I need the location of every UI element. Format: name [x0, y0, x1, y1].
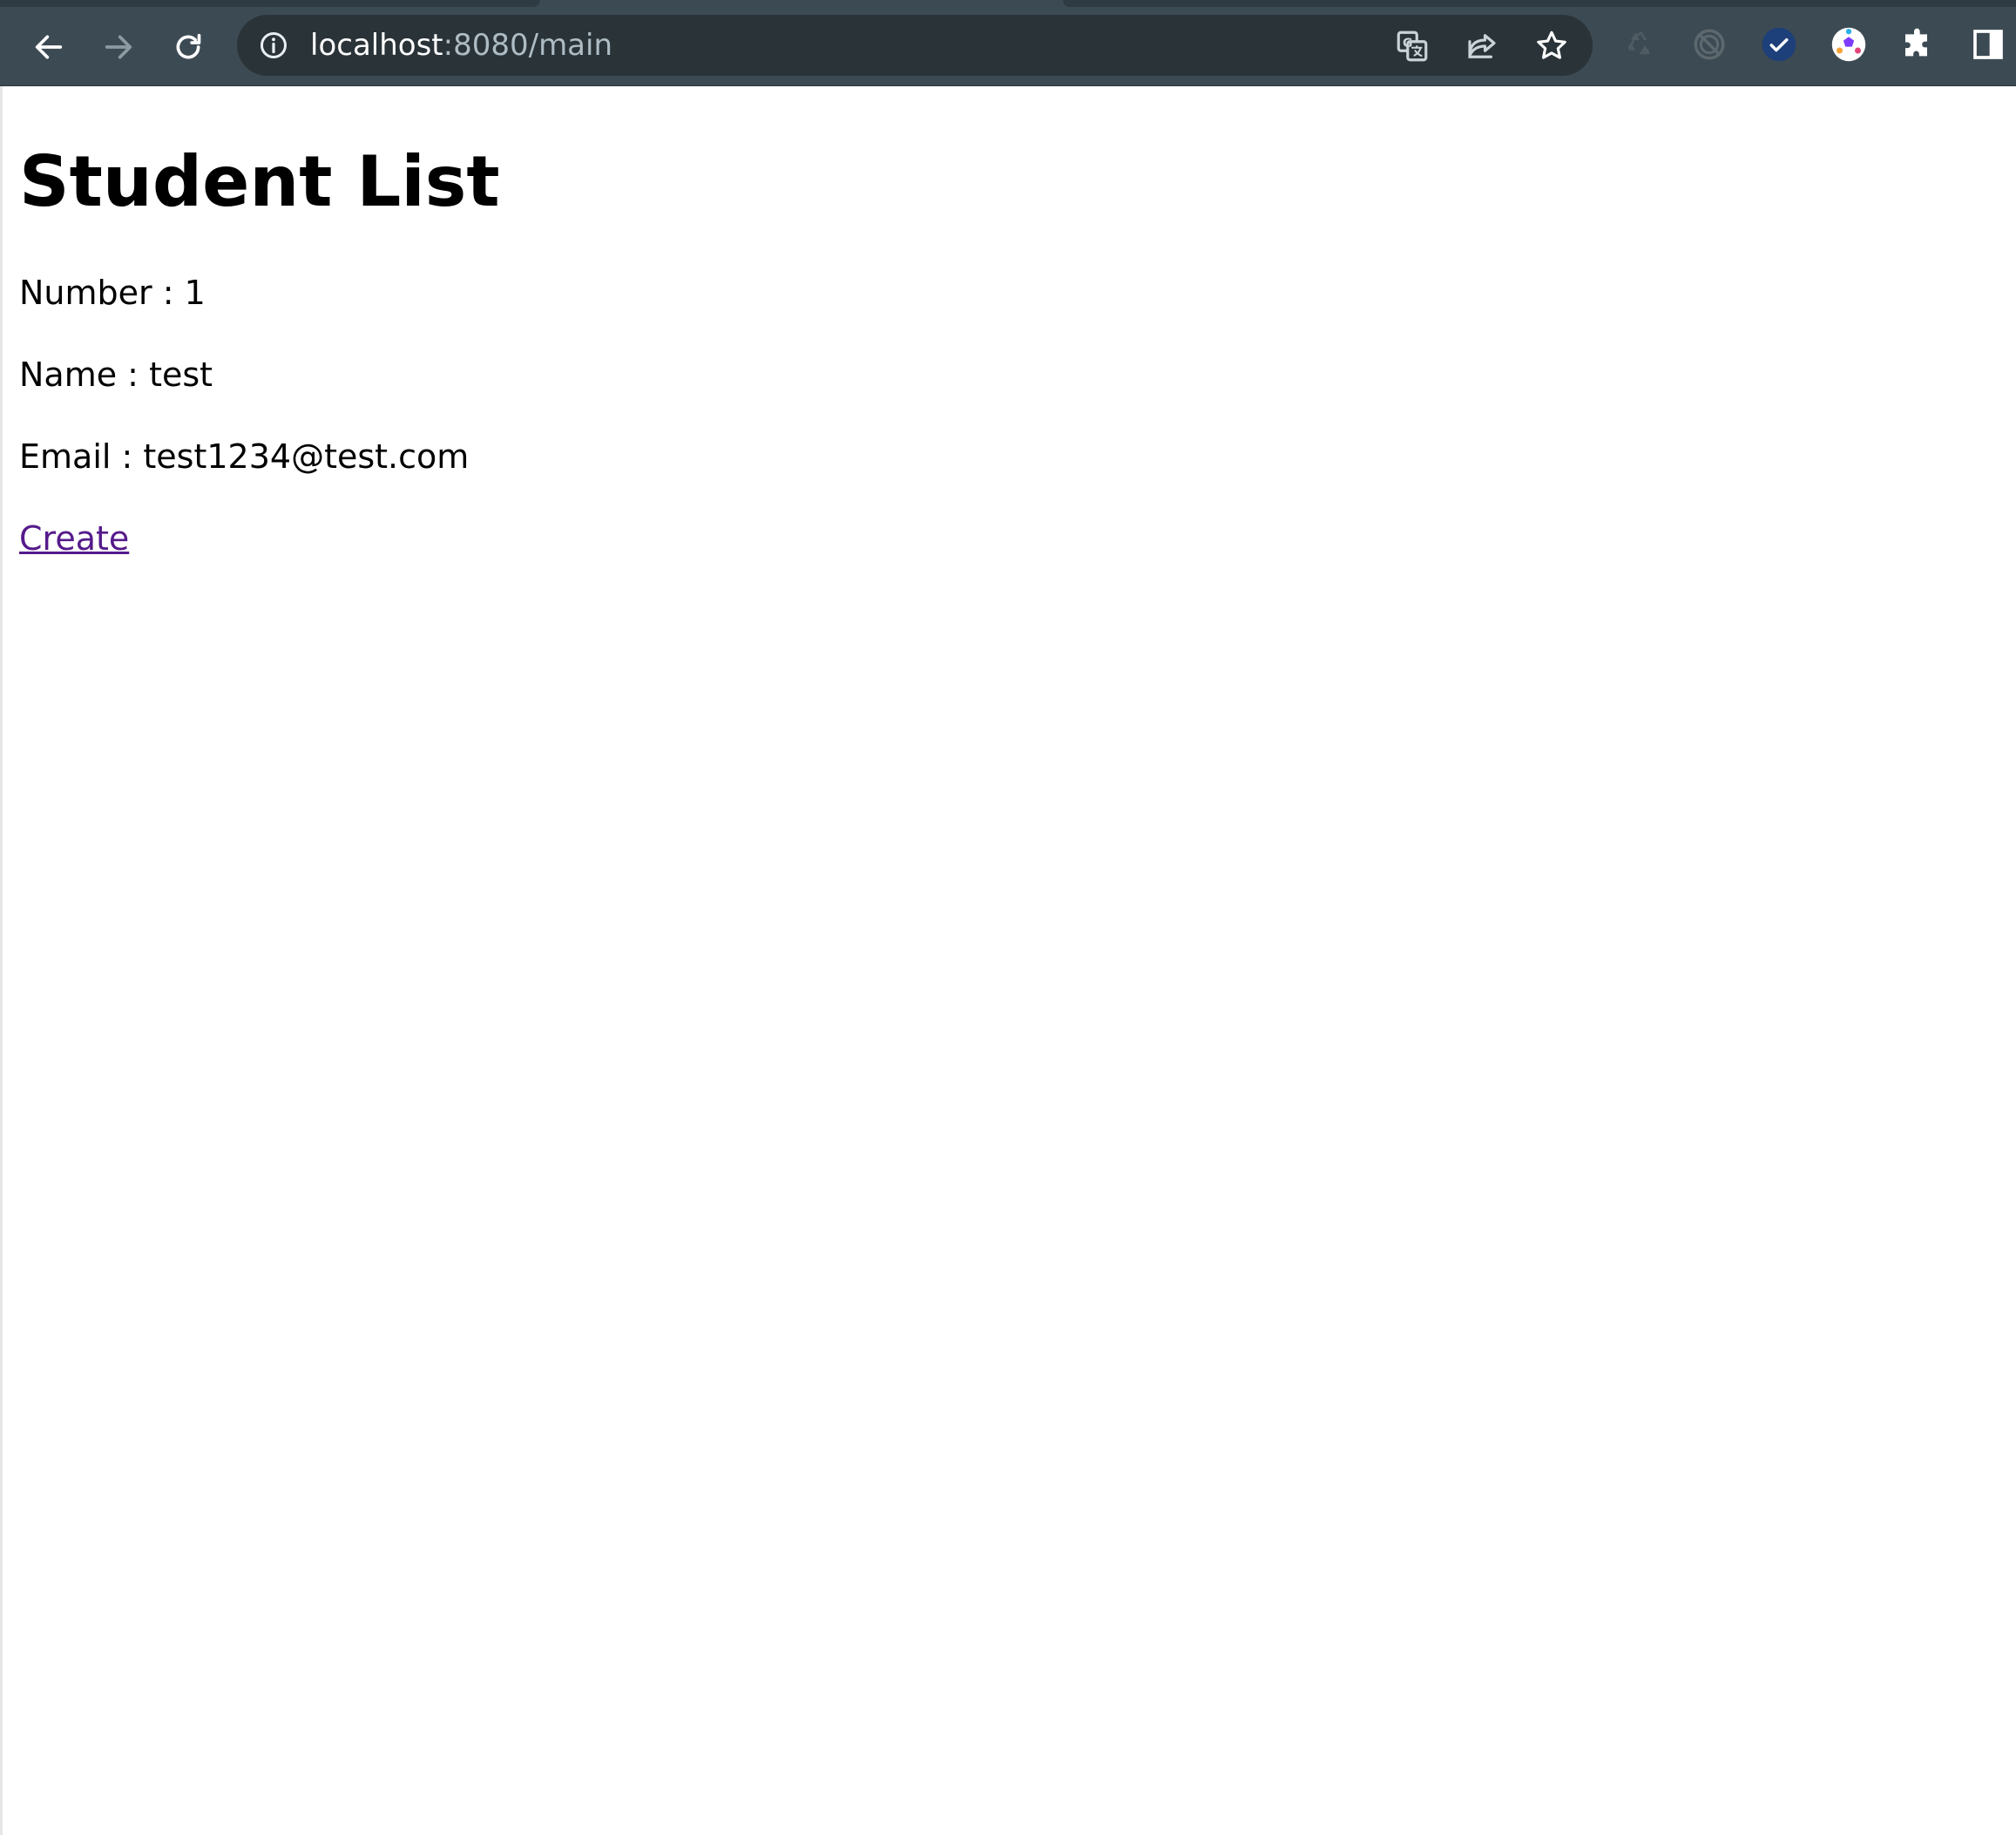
forward-button[interactable]: [91, 19, 146, 75]
check-circle-icon[interactable]: [1760, 25, 1798, 64]
back-arrow-icon: [35, 35, 63, 59]
reload-button[interactable]: [160, 19, 216, 75]
tab-strip-edge: [0, 0, 540, 7]
back-button[interactable]: [21, 19, 77, 75]
address-bar[interactable]: localhost:8080/main G: [237, 15, 1593, 76]
url-path: :8080/main: [443, 28, 613, 63]
student-name: Name : test: [19, 355, 213, 394]
recycle-icon[interactable]: [1620, 25, 1659, 64]
forward-arrow-icon: [105, 35, 132, 59]
reload-icon: [176, 33, 201, 59]
browser-toolbar: localhost:8080/main G: [0, 0, 2016, 86]
puzzle-icon[interactable]: [1899, 25, 1938, 64]
radar-icon[interactable]: [1690, 25, 1728, 64]
svg-text:G: G: [1403, 37, 1413, 51]
info-icon[interactable]: [258, 30, 289, 61]
window-edge: [0, 86, 3, 1835]
translate-icon[interactable]: G: [1394, 28, 1431, 64]
student-number: Number : 1: [19, 274, 206, 312]
side-panel-icon[interactable]: [1969, 25, 2007, 64]
star-icon[interactable]: [1533, 28, 1570, 64]
url-text[interactable]: localhost:8080/main: [310, 28, 612, 63]
page-title: Student List: [19, 141, 500, 222]
tab-strip-edge: [1063, 0, 2016, 7]
share-icon[interactable]: [1464, 28, 1500, 64]
student-email: Email : test1234@test.com: [19, 437, 470, 476]
soccer-ball-icon[interactable]: [1830, 25, 1868, 64]
create-link[interactable]: Create: [19, 518, 129, 559]
url-host: localhost: [310, 28, 443, 63]
